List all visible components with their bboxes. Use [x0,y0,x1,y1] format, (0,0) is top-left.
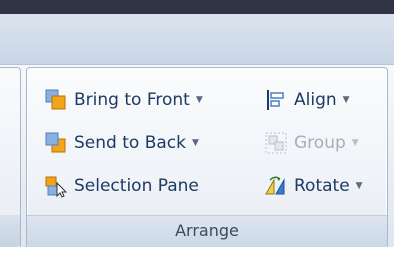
window-top-bar [0,0,394,14]
rotate-label: Rotate [294,176,350,196]
align-icon [267,90,284,110]
align-label: Align [294,90,337,110]
ribbon-bottom-edge [0,247,394,255]
group-icon [265,132,287,154]
bring-to-front-label: Bring to Front [74,90,190,110]
bring-to-front-icon [45,89,66,110]
align-dropdown-arrow[interactable]: ▼ [343,95,350,105]
send-to-back-button[interactable]: Send to Back ▼ [44,127,199,159]
send-to-back-icon [45,132,66,153]
rotate-icon [265,176,285,195]
previous-group-label-bar [0,215,20,247]
bring-to-front-button[interactable]: Bring to Front ▼ [44,84,203,116]
align-button[interactable]: Align ▼ [264,84,350,116]
selection-pane-label: Selection Pane [74,176,199,196]
group-button[interactable]: Group ▼ [264,127,359,159]
send-to-back-label: Send to Back [74,133,186,153]
selection-pane-icon [45,176,68,198]
ribbon-tab-strip [0,14,394,65]
rotate-dropdown-arrow[interactable]: ▼ [356,181,363,191]
selection-pane-button[interactable]: Selection Pane [44,170,199,202]
rotate-button[interactable]: Rotate ▼ [264,170,363,202]
group-label: Group [294,133,346,153]
group-dropdown-arrow[interactable]: ▼ [352,138,359,148]
arrange-group-label: Arrange [175,221,239,240]
bring-to-front-dropdown-arrow[interactable]: ▼ [196,95,203,105]
send-to-back-dropdown-arrow[interactable]: ▼ [192,138,199,148]
